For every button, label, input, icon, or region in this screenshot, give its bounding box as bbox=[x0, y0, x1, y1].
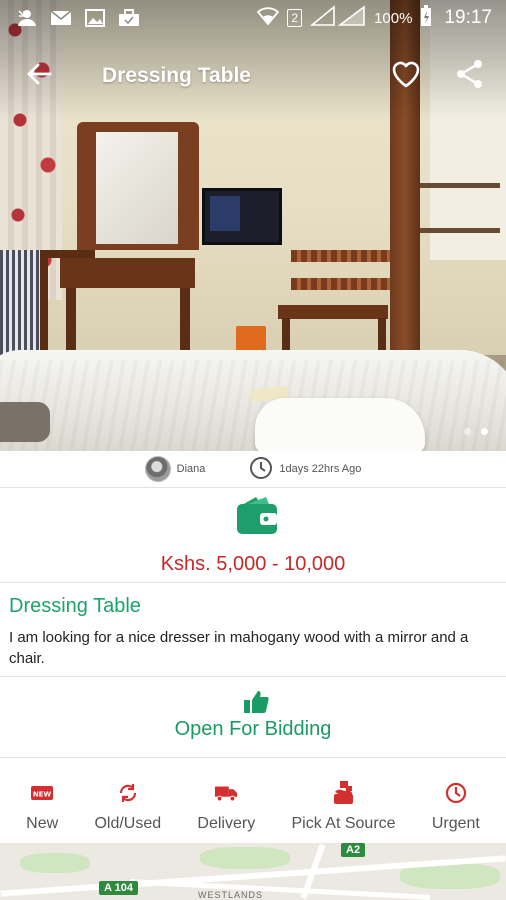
share-icon bbox=[456, 59, 484, 94]
notification-icons bbox=[0, 9, 140, 27]
status-bar: 2 100% 19:17 bbox=[0, 0, 506, 36]
refresh-icon bbox=[116, 781, 140, 805]
map-park bbox=[200, 847, 290, 869]
bidding-label: Open For Bidding bbox=[174, 718, 332, 740]
wifi-icon bbox=[257, 7, 280, 29]
thumbs-up-icon bbox=[243, 690, 269, 714]
road-shield-a104: A 104 bbox=[99, 881, 138, 895]
map-park bbox=[20, 853, 90, 873]
photo-towel bbox=[255, 398, 425, 451]
map-road bbox=[130, 879, 430, 900]
share-button[interactable] bbox=[448, 54, 492, 98]
page-title: Dressing Table bbox=[102, 64, 251, 87]
pager-dot[interactable] bbox=[464, 428, 471, 435]
feature-urgent: Urgent bbox=[432, 759, 480, 843]
request-details: Dressing Table I am looking for a nice d… bbox=[0, 584, 506, 677]
feature-pick-at-source: Pick At Source bbox=[292, 759, 396, 843]
signal-icon bbox=[309, 5, 366, 31]
feature-label: Delivery bbox=[197, 815, 256, 832]
request-description: I am looking for a nice dresser in mahog… bbox=[9, 629, 469, 667]
budget-section: Kshs. 5,000 - 10,000 bbox=[0, 489, 506, 583]
app-bar-actions bbox=[384, 54, 492, 98]
battery-percent: 100% bbox=[374, 9, 413, 27]
system-indicators: 2 100% 19:17 bbox=[257, 5, 506, 31]
feature-delivery: Delivery bbox=[197, 759, 255, 843]
price-range: Kshs. 5,000 - 10,000 bbox=[160, 553, 346, 575]
clock-icon bbox=[249, 456, 273, 483]
feature-label: Pick At Source bbox=[291, 815, 396, 832]
feature-old-used: Old/Used bbox=[94, 759, 161, 843]
bidding-status[interactable]: Open For Bidding bbox=[0, 678, 506, 758]
photo-bed-texture bbox=[0, 360, 506, 450]
battery-icon bbox=[420, 5, 432, 31]
photo-side-table bbox=[278, 305, 388, 319]
user-name: Diana bbox=[176, 463, 206, 475]
user-info[interactable]: Diana bbox=[144, 456, 206, 482]
pager-dot-active[interactable] bbox=[481, 428, 488, 435]
new-badge-icon: NEW bbox=[30, 781, 54, 805]
photo-shelf bbox=[420, 228, 500, 233]
briefcase-icon bbox=[118, 9, 140, 27]
app-bar: Dressing Table bbox=[0, 50, 506, 102]
feature-new: NEW New bbox=[26, 759, 58, 843]
heart-icon bbox=[391, 60, 421, 93]
photo-mirror-glass bbox=[96, 132, 178, 244]
pickup-icon bbox=[332, 781, 356, 805]
svg-text:NEW: NEW bbox=[33, 791, 52, 799]
clock-icon bbox=[444, 781, 468, 805]
photo-chair bbox=[40, 250, 95, 360]
feature-label: New bbox=[26, 815, 59, 832]
request-title: Dressing Table bbox=[9, 595, 141, 617]
back-button[interactable] bbox=[14, 51, 64, 101]
road-shield-a2: A2 bbox=[341, 843, 366, 857]
feature-list: NEW New Old/Used Delivery Pick At Source… bbox=[0, 759, 506, 843]
wallet-icon bbox=[234, 496, 280, 536]
feature-label: Urgent bbox=[431, 815, 480, 832]
clock-time: 19:17 bbox=[444, 7, 492, 28]
photo-throw bbox=[0, 250, 40, 360]
back-arrow-icon bbox=[26, 62, 52, 91]
feature-label: Old/Used bbox=[94, 815, 162, 832]
location-map[interactable]: A 104 A2 WESTLANDS bbox=[0, 843, 506, 900]
truck-icon bbox=[214, 781, 238, 805]
map-area-label: WESTLANDS bbox=[198, 890, 264, 900]
photo-tv-screen bbox=[210, 196, 240, 231]
photo-cloth bbox=[0, 402, 50, 442]
photo-wall-carving bbox=[291, 250, 391, 262]
email-icon bbox=[50, 9, 72, 27]
image-icon bbox=[84, 9, 106, 27]
avatar[interactable] bbox=[144, 456, 171, 482]
photo-wall-carving bbox=[291, 278, 391, 290]
photo-shelf bbox=[420, 183, 500, 188]
posted-time: 1days 22hrs Ago bbox=[249, 456, 361, 483]
missed-call-icon bbox=[16, 9, 38, 27]
sim-badge: 2 bbox=[287, 9, 303, 27]
listing-meta: Diana 1days 22hrs Ago bbox=[0, 451, 506, 488]
gallery-pager bbox=[464, 428, 488, 435]
posted-ago: 1days 22hrs Ago bbox=[279, 463, 362, 475]
favorite-button[interactable] bbox=[384, 54, 428, 98]
